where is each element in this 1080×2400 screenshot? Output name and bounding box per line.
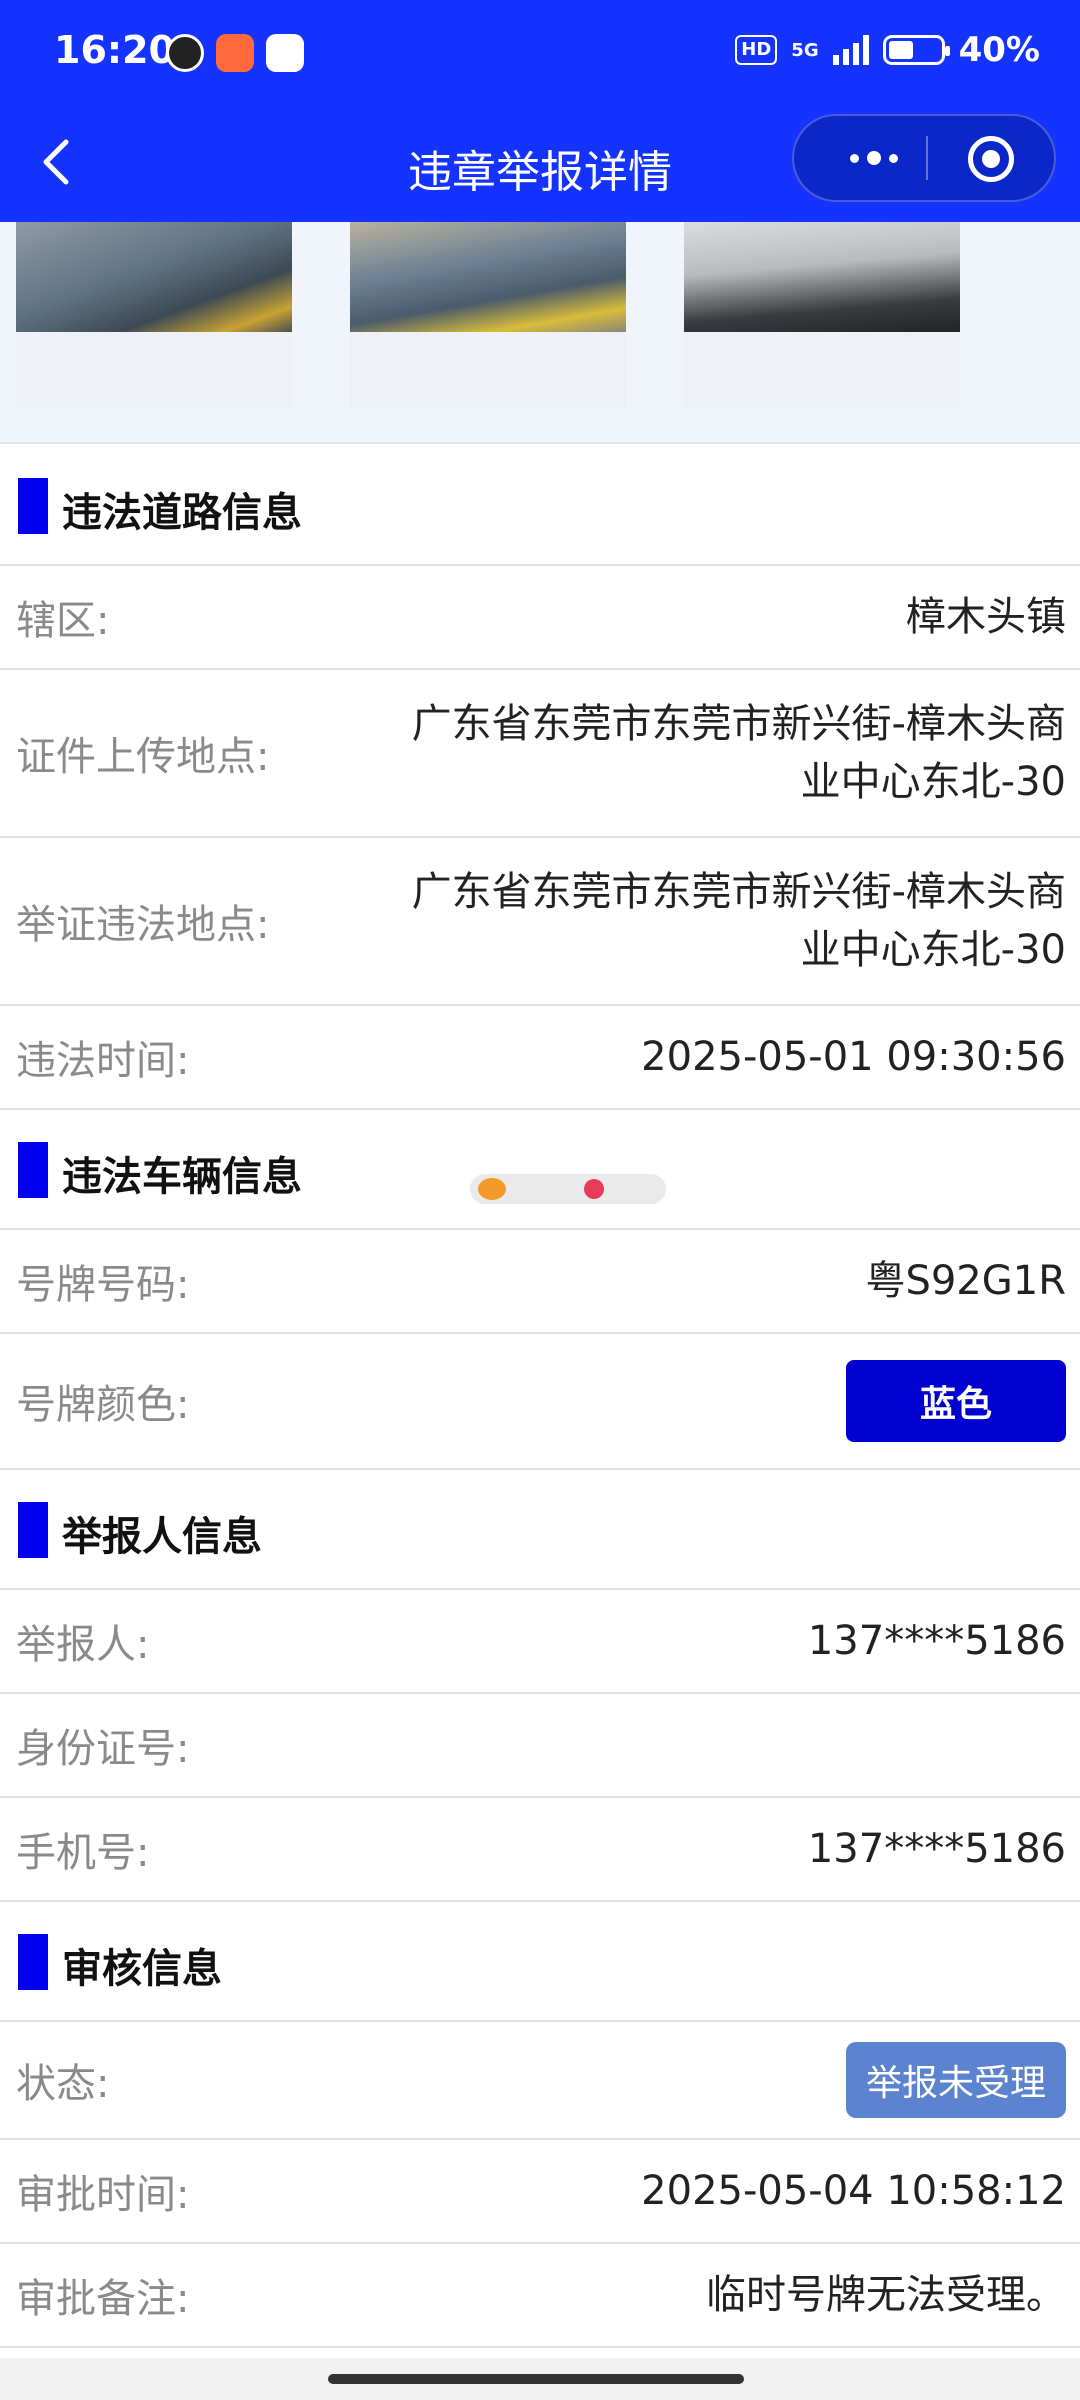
section-title: 违法道路信息 bbox=[62, 490, 302, 536]
section-title: 举报人信息 bbox=[62, 1514, 262, 1560]
clock-app-icon bbox=[166, 34, 204, 72]
row-review-note: 审批备注: 临时号牌无法受理。 bbox=[0, 2244, 1080, 2348]
section-header-review: 审核信息 bbox=[0, 1902, 1080, 2022]
battery-percent: 40% bbox=[958, 30, 1040, 70]
field-label: 审批时间: bbox=[16, 2172, 190, 2218]
row-violation-time: 违法时间: 2025-05-01 09:30:56 bbox=[0, 1006, 1080, 1110]
app-notification-icon bbox=[266, 34, 304, 72]
row-id-number: 身份证号: bbox=[0, 1694, 1080, 1798]
field-label: 举报人: bbox=[16, 1622, 150, 1668]
evidence-photo-1[interactable] bbox=[16, 222, 292, 408]
field-value: 2025-05-04 10:58:12 bbox=[641, 2168, 1066, 2214]
field-label: 举证违法地点: bbox=[16, 902, 270, 948]
watermark bbox=[470, 1174, 666, 1204]
field-value: 137****5186 bbox=[807, 1826, 1066, 1872]
evidence-photos bbox=[0, 222, 1080, 444]
section-marker bbox=[18, 1934, 48, 1990]
row-violation-location: 举证违法地点: 广东省东莞市东莞市新兴街-樟木头商 业中心东北-30 bbox=[0, 838, 1080, 1006]
row-upload-location: 证件上传地点: 广东省东莞市东莞市新兴街-樟木头商 业中心东北-30 bbox=[0, 670, 1080, 838]
field-label: 号牌号码: bbox=[16, 1262, 190, 1308]
section-title: 违法车辆信息 bbox=[62, 1154, 302, 1200]
section-marker bbox=[18, 1502, 48, 1558]
section-header-reporter: 举报人信息 bbox=[0, 1470, 1080, 1590]
row-reporter: 举报人: 137****5186 bbox=[0, 1590, 1080, 1694]
more-button[interactable] bbox=[824, 116, 924, 200]
field-label: 号牌颜色: bbox=[16, 1382, 190, 1428]
row-plate-number: 号牌号码: 粤S92G1R bbox=[0, 1230, 1080, 1334]
field-label: 身份证号: bbox=[16, 1726, 190, 1772]
row-review-time: 审批时间: 2025-05-04 10:58:12 bbox=[0, 2140, 1080, 2244]
home-indicator[interactable] bbox=[328, 2374, 744, 2384]
field-value: 临时号牌无法受理。 bbox=[706, 2272, 1066, 2318]
field-value: 樟木头镇 bbox=[906, 594, 1066, 640]
signal-icon bbox=[832, 35, 869, 65]
field-label: 状态: bbox=[16, 2061, 110, 2107]
detail-content: 违法道路信息 辖区: 樟木头镇 证件上传地点: 广东省东莞市东莞市新兴街-樟木头… bbox=[0, 446, 1080, 2348]
capsule-divider bbox=[926, 136, 928, 180]
license-plate-photo bbox=[684, 222, 960, 332]
battery-icon bbox=[882, 35, 950, 65]
shopping-app-icon bbox=[216, 34, 254, 72]
field-value: 广东省东莞市东莞市新兴街-樟木头商 业中心东北-30 bbox=[411, 701, 1066, 805]
status-badge: 举报未受理 bbox=[845, 2042, 1066, 2118]
status-bar: 16:20 HD 5G 40% bbox=[0, 0, 1080, 110]
field-value: 广东省东莞市东莞市新兴街-樟木头商 业中心东北-30 bbox=[411, 869, 1066, 973]
status-right: HD 5G 40% bbox=[735, 30, 1040, 70]
field-value: 137****5186 bbox=[807, 1618, 1066, 1664]
field-label: 辖区: bbox=[16, 598, 110, 644]
evidence-photo-3[interactable] bbox=[684, 222, 960, 408]
section-title: 审核信息 bbox=[62, 1946, 222, 1992]
close-miniprogram-button[interactable] bbox=[968, 136, 1014, 182]
row-plate-color: 号牌颜色: 蓝色 bbox=[0, 1334, 1080, 1470]
status-time: 16:20 bbox=[54, 28, 175, 72]
mini-program-capsule bbox=[792, 114, 1056, 202]
row-phone: 手机号: 137****5186 bbox=[0, 1798, 1080, 1902]
car-photo bbox=[350, 222, 626, 332]
row-district: 辖区: 樟木头镇 bbox=[0, 566, 1080, 670]
watermark-logo-icon bbox=[478, 1178, 506, 1200]
section-marker bbox=[18, 1142, 48, 1198]
plate-color-badge: 蓝色 bbox=[846, 1360, 1066, 1442]
field-value: 2025-05-01 09:30:56 bbox=[641, 1034, 1066, 1080]
car-photo bbox=[16, 222, 292, 332]
section-header-road: 违法道路信息 bbox=[0, 446, 1080, 566]
field-label: 证件上传地点: bbox=[16, 734, 270, 780]
field-label: 手机号: bbox=[16, 1830, 150, 1876]
section-header-vehicle: 违法车辆信息 bbox=[0, 1110, 1080, 1230]
notification-icons bbox=[166, 34, 304, 72]
evidence-photo-2[interactable] bbox=[350, 222, 626, 408]
hd-icon: HD bbox=[735, 35, 778, 65]
header: 16:20 HD 5G 40% 违章举报详情 bbox=[0, 0, 1080, 222]
section-marker bbox=[18, 478, 48, 534]
network-label: 5G bbox=[791, 39, 819, 61]
row-status: 状态: 举报未受理 bbox=[0, 2022, 1080, 2140]
field-label: 违法时间: bbox=[16, 1038, 190, 1084]
watermark-logo-icon bbox=[584, 1179, 604, 1199]
field-value: 粤S92G1R bbox=[865, 1258, 1066, 1304]
field-label: 审批备注: bbox=[16, 2276, 190, 2322]
navigation-bar: 违章举报详情 bbox=[0, 110, 1080, 222]
